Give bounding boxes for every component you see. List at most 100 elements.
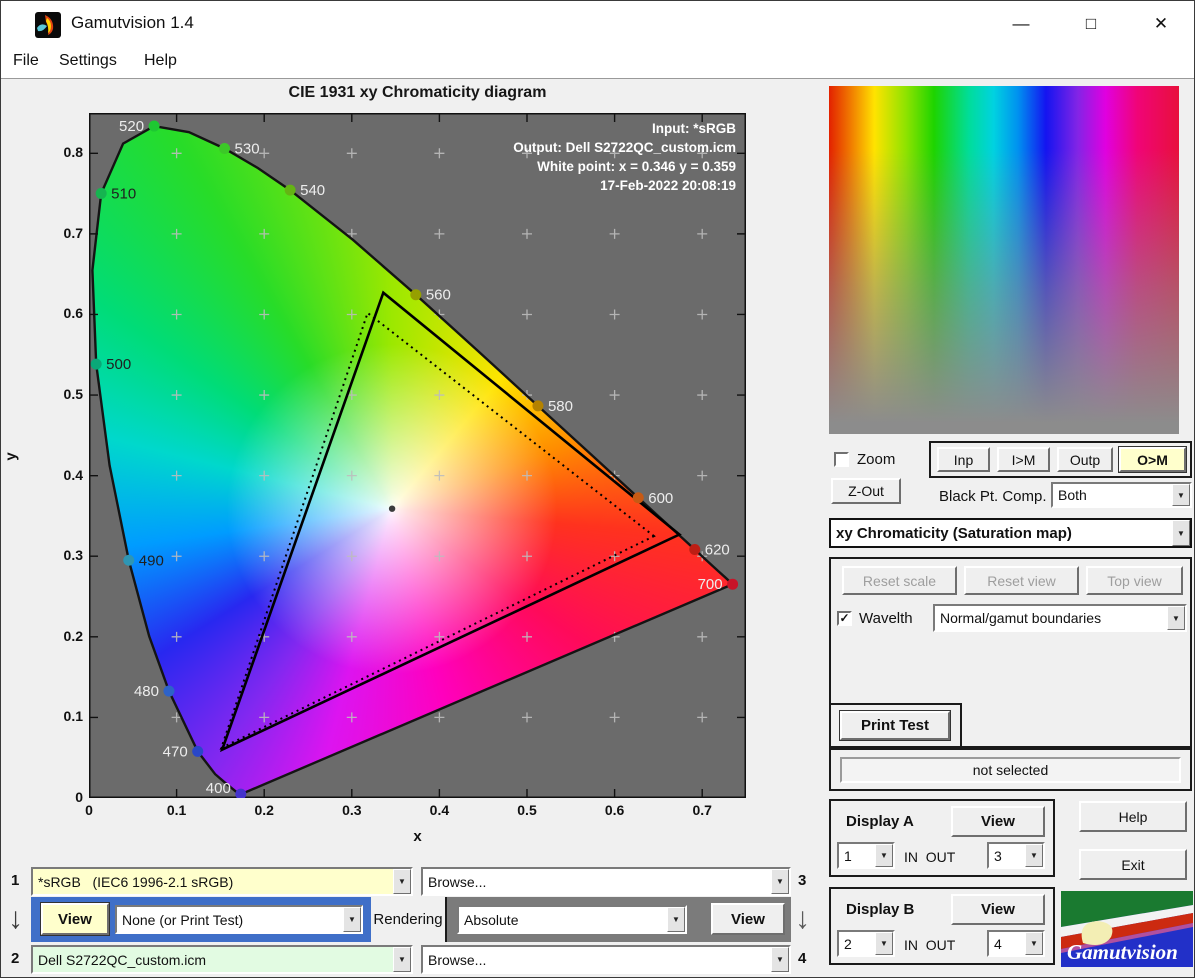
display-b-view-button[interactable]: View bbox=[951, 894, 1045, 925]
svg-text:530: 530 bbox=[235, 141, 260, 158]
view-mode-select[interactable]: xy Chromaticity (Saturation map) ▼ bbox=[829, 518, 1192, 548]
chevron-down-icon[interactable]: ▼ bbox=[1172, 484, 1190, 506]
display-b-out-value: 4 bbox=[994, 935, 1002, 952]
svg-text:540: 540 bbox=[300, 182, 325, 199]
outp-button[interactable]: Outp bbox=[1057, 447, 1113, 472]
intent-select[interactable]: Absolute ▼ bbox=[457, 905, 687, 934]
chromaticity-plot: 400 470 480 490 500 510 520 530 540 560 580 600 620 7… bbox=[89, 113, 746, 798]
y-axis-label: y bbox=[2, 452, 20, 461]
display-b-in-select[interactable]: 2 ▼ bbox=[837, 930, 895, 957]
window-title: Gamutvision 1.4 bbox=[71, 13, 194, 32]
view-left-button[interactable]: View bbox=[40, 902, 110, 936]
display-a-out-select[interactable]: 3 ▼ bbox=[987, 842, 1045, 869]
svg-text:510: 510 bbox=[111, 185, 136, 202]
display-b-title: Display B bbox=[846, 901, 915, 918]
menu-file[interactable]: File bbox=[13, 52, 39, 70]
wavelth-checkbox[interactable]: ✓ bbox=[837, 611, 852, 626]
display-a-out-value: 3 bbox=[994, 847, 1002, 864]
boundaries-value: Normal/gamut boundaries bbox=[940, 610, 1102, 626]
app-icon bbox=[35, 12, 61, 38]
browse-4-value: Browse... bbox=[428, 951, 487, 968]
slot-1-number: 1 bbox=[11, 872, 20, 889]
chevron-down-icon[interactable]: ▼ bbox=[875, 844, 893, 867]
exit-button[interactable]: Exit bbox=[1079, 849, 1187, 880]
svg-text:490: 490 bbox=[139, 552, 164, 569]
chevron-down-icon[interactable]: ▼ bbox=[1025, 932, 1043, 955]
input-profile-select[interactable]: *sRGB (IEC6 1996-2.1 sRGB) ▼ bbox=[31, 867, 413, 896]
svg-text:470: 470 bbox=[163, 743, 188, 760]
display-b-inout-label: IN OUT bbox=[904, 937, 956, 953]
x-axis-ticks: 0 0.1 0.2 0.3 0.4 0.5 0.6 0.7 bbox=[85, 802, 712, 818]
svg-text:480: 480 bbox=[134, 683, 159, 700]
svg-text:620: 620 bbox=[705, 542, 730, 559]
chevron-down-icon[interactable]: ▼ bbox=[1172, 520, 1190, 546]
zoom-checkbox[interactable] bbox=[834, 452, 849, 467]
chevron-down-icon[interactable]: ▼ bbox=[771, 869, 789, 894]
output-profile-value: Dell S2722QC_custom.icm bbox=[38, 951, 207, 968]
rendering-label: Rendering bbox=[371, 897, 447, 942]
chevron-down-icon[interactable]: ▼ bbox=[875, 932, 893, 955]
menubar: File Settings Help bbox=[1, 46, 1194, 79]
black-pt-comp-label: Black Pt. Comp. bbox=[939, 488, 1047, 505]
chevron-down-icon[interactable]: ▼ bbox=[1025, 844, 1043, 867]
chart-title: CIE 1931 xy Chromaticity diagram bbox=[288, 84, 547, 101]
display-a-in-select[interactable]: 1 ▼ bbox=[837, 842, 895, 869]
slot-4-number: 4 bbox=[798, 950, 807, 967]
chevron-down-icon[interactable]: ▼ bbox=[343, 907, 361, 932]
display-a-title: Display A bbox=[846, 813, 914, 830]
chevron-down-icon[interactable]: ▼ bbox=[393, 869, 411, 894]
saturation-map-image bbox=[829, 86, 1179, 434]
svg-text:600: 600 bbox=[648, 490, 673, 507]
slot-3-number: 3 bbox=[798, 872, 807, 889]
minimize-icon[interactable]: — bbox=[998, 9, 1044, 39]
boundaries-select[interactable]: Normal/gamut boundaries ▼ bbox=[933, 604, 1187, 632]
slot-2-number: 2 bbox=[11, 950, 20, 967]
view-mode-value: xy Chromaticity (Saturation map) bbox=[836, 524, 1072, 542]
print-test-button[interactable]: Print Test bbox=[839, 710, 951, 741]
close-icon[interactable]: ✕ bbox=[1138, 9, 1184, 39]
down-arrow-icon: ↓ bbox=[8, 902, 23, 935]
svg-text:400: 400 bbox=[206, 780, 231, 797]
black-pt-comp-select[interactable]: Both ▼ bbox=[1051, 482, 1192, 508]
o-to-m-button[interactable]: O>M bbox=[1118, 446, 1187, 473]
display-a-in-value: 1 bbox=[844, 847, 852, 864]
browse-4-select[interactable]: Browse... ▼ bbox=[421, 945, 791, 974]
top-view-button[interactable]: Top view bbox=[1086, 566, 1183, 595]
chevron-down-icon[interactable]: ▼ bbox=[667, 907, 685, 932]
logo-text: Gamutvision bbox=[1067, 940, 1178, 964]
zoom-checkbox-label: Zoom bbox=[857, 451, 896, 468]
wavelth-checkbox-label: Wavelth bbox=[859, 610, 913, 627]
chevron-down-icon[interactable]: ▼ bbox=[771, 947, 789, 972]
titlebar: Gamutvision 1.4 — □ ✕ bbox=[1, 1, 1194, 46]
y-axis-ticks: 0 0.1 0.2 0.3 0.4 0.5 0.6 0.7 0.8 bbox=[63, 144, 83, 805]
client-area: CIE 1931 xy Chromaticity diagram 400 470 4… bbox=[1, 80, 1194, 977]
view-right-button[interactable]: View bbox=[711, 903, 785, 935]
output-profile-select[interactable]: Dell S2722QC_custom.icm ▼ bbox=[31, 945, 413, 974]
display-a-view-button[interactable]: View bbox=[951, 806, 1045, 837]
chevron-down-icon[interactable]: ▼ bbox=[1167, 606, 1185, 630]
i-to-m-button[interactable]: I>M bbox=[997, 447, 1050, 472]
intent-none-value: None (or Print Test) bbox=[122, 911, 244, 928]
intent-none-select[interactable]: None (or Print Test) ▼ bbox=[115, 905, 363, 934]
display-b-out-select[interactable]: 4 ▼ bbox=[987, 930, 1045, 957]
menu-help[interactable]: Help bbox=[144, 52, 177, 70]
plot-overlay: 400 470 480 490 500 510 520 530 540 560 580 600 620 7… bbox=[89, 113, 746, 798]
chevron-down-icon[interactable]: ▼ bbox=[393, 947, 411, 972]
reset-scale-button[interactable]: Reset scale bbox=[842, 566, 957, 595]
down-arrow-icon: ↓ bbox=[795, 902, 810, 935]
intent-value: Absolute bbox=[464, 911, 519, 928]
menu-settings[interactable]: Settings bbox=[59, 52, 117, 70]
display-b-in-value: 2 bbox=[844, 935, 852, 952]
display-a-inout-label: IN OUT bbox=[904, 849, 956, 865]
reset-view-button[interactable]: Reset view bbox=[964, 566, 1079, 595]
inp-button[interactable]: Inp bbox=[937, 447, 990, 472]
svg-text:560: 560 bbox=[426, 287, 451, 304]
maximize-icon[interactable]: □ bbox=[1068, 9, 1114, 39]
z-out-button[interactable]: Z-Out bbox=[831, 478, 901, 504]
black-pt-comp-value: Both bbox=[1058, 487, 1087, 503]
plot-annotations: Input: *sRGB Output: Dell S2722QC_custom.… bbox=[513, 121, 736, 193]
help-button[interactable]: Help bbox=[1079, 801, 1187, 832]
svg-text:700: 700 bbox=[698, 576, 723, 593]
browse-3-select[interactable]: Browse... ▼ bbox=[421, 867, 791, 896]
status-field: not selected bbox=[840, 757, 1181, 783]
